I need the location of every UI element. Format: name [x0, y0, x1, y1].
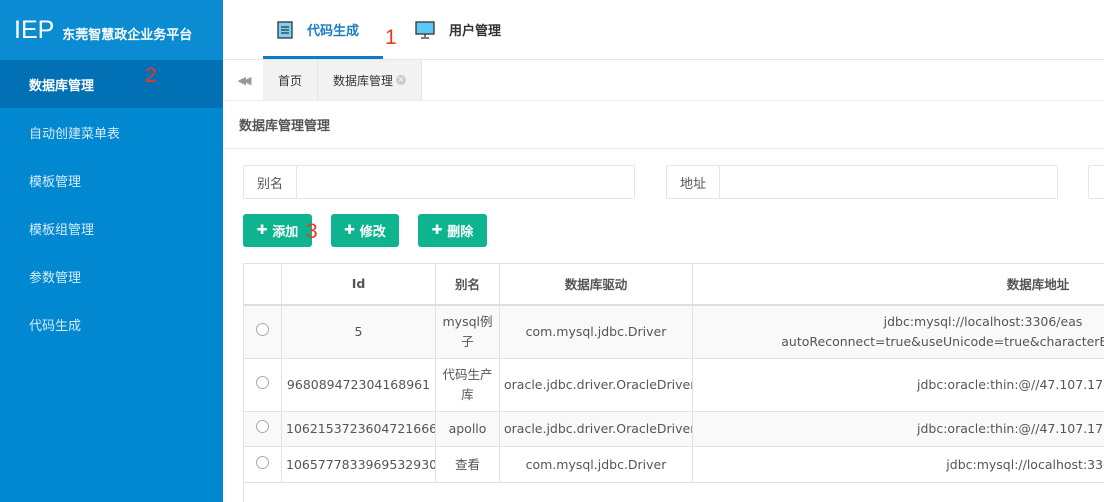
close-icon[interactable]: ×: [396, 75, 407, 85]
col-url[interactable]: 数据库地址: [692, 263, 1104, 306]
row-radio[interactable]: [256, 376, 269, 389]
cell-driver: com.mysql.jdbc.Driver: [499, 446, 693, 483]
address-input[interactable]: [720, 166, 1057, 198]
alias-search: 别名: [243, 165, 635, 199]
sidebar-item-database[interactable]: 数据库管理: [0, 60, 223, 108]
nav-codegen[interactable]: 代码生成: [263, 0, 383, 59]
cell-id: 968089472304168961: [281, 358, 436, 412]
sidebar-item-template[interactable]: 模板管理: [0, 156, 223, 204]
plus-icon: ✚: [256, 223, 273, 238]
alias-label: 别名: [244, 166, 297, 198]
delete-button[interactable]: ✚ 删除: [418, 214, 487, 247]
cell-driver: com.mysql.jdbc.Driver: [499, 304, 693, 359]
sidebar-item-template-group[interactable]: 模板组管理: [0, 204, 223, 252]
alias-input[interactable]: [297, 166, 634, 198]
cell-url: jdbc:mysql://localhost:3306/eas autoReco…: [692, 304, 1104, 359]
monitor-icon: [415, 20, 435, 39]
row-radio[interactable]: [256, 455, 269, 469]
app-title: 东莞智慧政企业务平台: [62, 27, 193, 43]
nav-label: 用户管理: [449, 24, 502, 39]
col-select: [243, 263, 282, 306]
sidebar-item-params[interactable]: 参数管理: [0, 252, 223, 300]
brand: IEP 东莞智慧政企业务平台: [0, 0, 223, 60]
tab-bar: ◀◀ 首页 数据库管理 ×: [223, 60, 1104, 101]
annotation-2: 2: [145, 64, 157, 87]
cell-alias: mysql例子: [435, 304, 500, 359]
table-row[interactable]: 1065777833969532930 查看 com.mysql.jdbc.Dr…: [243, 446, 1104, 483]
database-table: Id 别名 数据库驱动 数据库地址 5 mysql例子 com.mysql.jd…: [243, 263, 1104, 502]
notepad-icon: [277, 20, 293, 39]
top-nav: 代码生成 用户管理: [223, 0, 1104, 60]
delete-label: 删除: [447, 225, 474, 240]
table-row[interactable]: 1062153723604721666 apollo oracle.jdbc.d…: [243, 411, 1104, 447]
table-header: Id 别名 数据库驱动 数据库地址: [243, 263, 1104, 306]
tab-label: 首页: [278, 73, 303, 88]
table-footer: [243, 482, 1104, 502]
sidebar-item-codegen[interactable]: 代码生成: [0, 300, 223, 348]
annotation-3: 3: [306, 220, 318, 243]
cell-driver: oracle.jdbc.driver.OracleDriver: [499, 358, 693, 412]
cell-id: 1065777833969532930: [281, 446, 436, 483]
table-row[interactable]: 968089472304168961 代码生产库 oracle.jdbc.dri…: [243, 358, 1104, 412]
cell-url: jdbc:oracle:thin:@//47.107.171.54:152: [692, 411, 1104, 447]
cell-url: jdbc:mysql://localhost:3306/s: [692, 446, 1104, 483]
main: 代码生成 用户管理 ◀◀ 首页 数据库管理 × 数据库管理管理 别名 地址 ✚ 添…: [223, 0, 1104, 502]
tab-home[interactable]: 首页: [263, 60, 319, 100]
annotation-1: 1: [385, 26, 397, 49]
col-alias[interactable]: 别名: [435, 263, 500, 306]
tab-label: 数据库管理: [333, 73, 394, 88]
tab-database[interactable]: 数据库管理 ×: [318, 60, 423, 100]
address-label: 地址: [667, 166, 720, 198]
plus-icon: ✚: [344, 223, 360, 238]
row-radio[interactable]: [256, 322, 269, 336]
table-row[interactable]: 5 mysql例子 com.mysql.jdbc.Driver jdbc:mys…: [243, 304, 1104, 359]
cell-alias: 代码生产库: [435, 358, 500, 412]
address-search: 地址: [666, 165, 1058, 199]
row-radio[interactable]: [256, 420, 269, 433]
add-label: 添加: [272, 225, 299, 240]
sidebar-item-auto-menu[interactable]: 自动创建菜单表: [0, 108, 223, 156]
nav-users[interactable]: 用户管理: [401, 0, 515, 59]
logo: IEP: [14, 15, 55, 44]
third-search[interactable]: [1088, 165, 1104, 199]
cell-alias: apollo: [435, 411, 500, 447]
edit-button[interactable]: ✚ 修改: [331, 214, 399, 247]
third-label: [1089, 166, 1104, 198]
cell-url: jdbc:oracle:thin:@//47.107.171.54:152: [692, 358, 1104, 412]
page-title: 数据库管理管理: [223, 101, 1104, 149]
cell-id: 5: [281, 304, 436, 359]
scroll-left-icon[interactable]: ◀◀: [223, 60, 263, 100]
cell-id: 1062153723604721666: [281, 411, 436, 447]
plus-icon: ✚: [431, 223, 448, 238]
nav-label: 代码生成: [307, 24, 360, 39]
sidebar: IEP 东莞智慧政企业务平台 数据库管理 自动创建菜单表 模板管理 模板组管理 …: [0, 0, 223, 502]
col-driver[interactable]: 数据库驱动: [499, 263, 693, 306]
add-button[interactable]: ✚ 添加: [243, 214, 312, 247]
cell-driver: oracle.jdbc.driver.OracleDriver: [499, 411, 693, 447]
edit-label: 修改: [359, 225, 386, 240]
col-id[interactable]: Id: [281, 263, 436, 306]
cell-alias: 查看: [435, 446, 500, 483]
